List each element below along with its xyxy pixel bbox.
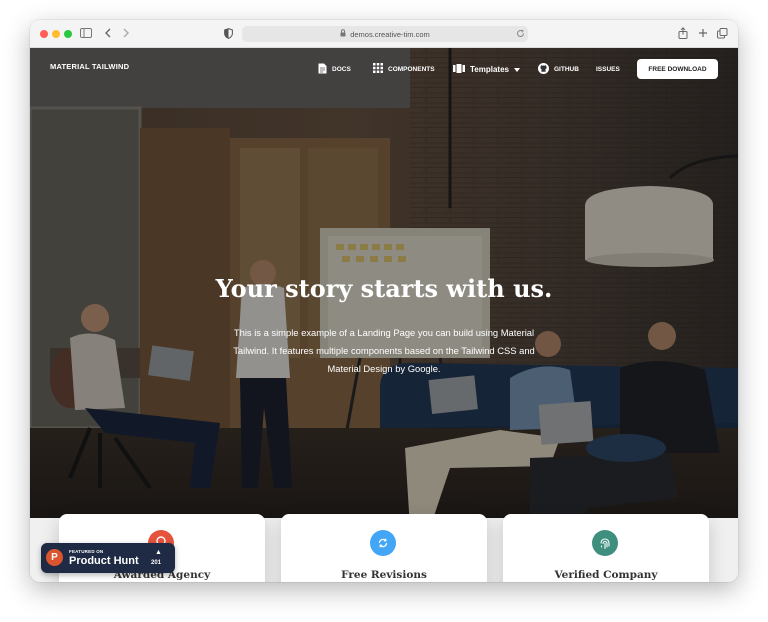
hero-section: MATERIAL TAILWIND DOCS COMPONENTS Templa… [30, 48, 738, 518]
nav-docs[interactable]: DOCS [318, 60, 351, 78]
feature-card-verified-company: Verified Company [503, 514, 709, 582]
tab-overview-icon[interactable] [717, 28, 728, 39]
product-hunt-logo: P [46, 549, 63, 566]
close-window-button[interactable] [40, 30, 48, 38]
nav-components-label: COMPONENTS [388, 65, 435, 73]
reload-icon[interactable] [516, 29, 525, 38]
refresh-icon [370, 530, 396, 556]
product-hunt-upvote-count: 201 [151, 560, 162, 566]
product-hunt-featured-label: FEATURED ON [69, 549, 104, 554]
web-page: MATERIAL TAILWIND DOCS COMPONENTS Templa… [30, 48, 738, 582]
document-icon [318, 63, 327, 76]
lock-icon [340, 29, 346, 39]
address-bar[interactable]: demos.creative-tim.com [242, 26, 528, 42]
back-icon[interactable] [104, 28, 112, 38]
top-navbar: MATERIAL TAILWIND DOCS COMPONENTS Templa… [30, 48, 738, 90]
upvote-arrow-icon: ▲ [155, 549, 162, 556]
fingerprint-icon [592, 530, 618, 556]
browser-window: demos.creative-tim.com MATERIAL TAILWIND… [30, 20, 738, 582]
nav-templates-label: Templates [470, 64, 509, 74]
nav-components[interactable]: COMPONENTS [373, 60, 435, 78]
privacy-shield-icon[interactable] [224, 28, 233, 39]
free-download-button[interactable]: FREE DOWNLOAD [637, 59, 718, 79]
sidebar-toggle-icon[interactable] [80, 28, 92, 38]
hero-title: Your story starts with us. [215, 274, 553, 303]
product-hunt-badge[interactable]: P FEATURED ON Product Hunt ▲ 201 [41, 543, 175, 573]
new-tab-icon[interactable] [698, 28, 708, 38]
forward-icon[interactable] [122, 28, 130, 38]
grid-icon [373, 63, 383, 75]
feature-card-title: Free Revisions [341, 569, 427, 581]
chevron-down-icon [513, 65, 520, 74]
feature-card-title: Verified Company [554, 569, 658, 581]
nav-docs-label: DOCS [332, 65, 351, 73]
zoom-window-button[interactable] [64, 30, 72, 38]
share-icon[interactable] [678, 27, 688, 39]
nav-issues[interactable]: ISSUES [596, 60, 620, 78]
nav-templates-dropdown[interactable]: Templates [453, 60, 520, 78]
product-hunt-name: Product Hunt [69, 555, 139, 567]
nav-issues-label: ISSUES [596, 65, 620, 73]
github-icon [538, 62, 549, 76]
url-text: demos.creative-tim.com [350, 29, 430, 39]
feature-card-free-revisions: Free Revisions [281, 514, 487, 582]
templates-icon [453, 63, 465, 75]
browser-toolbar: demos.creative-tim.com [30, 20, 738, 48]
nav-github[interactable]: GITHUB [538, 60, 579, 78]
hero-subtitle: This is a simple example of a Landing Pa… [233, 327, 535, 374]
nav-github-label: GITHUB [554, 65, 579, 73]
brand-logo[interactable]: MATERIAL TAILWIND [50, 62, 129, 71]
minimize-window-button[interactable] [52, 30, 60, 38]
